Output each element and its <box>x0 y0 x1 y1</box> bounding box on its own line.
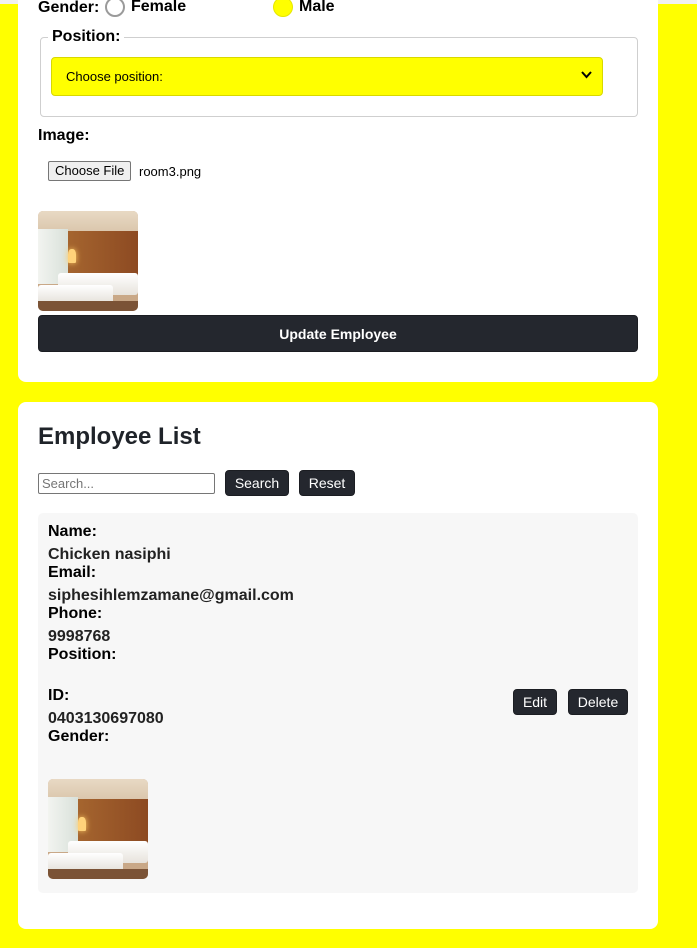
employee-photo <box>48 779 148 879</box>
gender-row: Gender: Female Male <box>38 0 598 19</box>
choose-file-button[interactable]: Choose File <box>48 161 132 181</box>
room-photo <box>48 779 148 879</box>
search-input[interactable] <box>38 473 215 494</box>
name-label: Name: <box>48 523 97 540</box>
radio-female[interactable] <box>105 0 125 17</box>
position-select[interactable]: Choose position: <box>51 57 603 96</box>
employee-name: Chicken nasiphi <box>48 546 171 563</box>
delete-button[interactable]: Delete <box>568 689 628 715</box>
position-select-value: Choose position: <box>66 69 163 84</box>
reset-button[interactable]: Reset <box>299 470 355 496</box>
file-name: room3.png <box>139 164 202 179</box>
radio-male[interactable] <box>273 0 293 17</box>
phone-label: Phone: <box>48 605 103 622</box>
search-button[interactable]: Search <box>225 470 289 496</box>
employee-phone: 9998768 <box>48 628 111 645</box>
gender-option-male[interactable]: Male <box>273 0 335 17</box>
gender-male-label: Male <box>299 0 335 15</box>
employee-list-title: Employee List <box>38 423 201 450</box>
gender-female-label: Female <box>131 0 187 15</box>
id-label: ID: <box>48 687 70 704</box>
gender-field-label: Gender: <box>48 728 110 745</box>
position-label: Position: <box>48 646 117 663</box>
image-preview <box>38 211 138 311</box>
employee-card: Name: Chicken nasiphi Email: siphesihlem… <box>38 513 638 893</box>
employee-id: 0403130697080 <box>48 710 164 727</box>
employee-list-card: Employee List Search Reset Name: Chicken… <box>18 402 658 929</box>
gender-option-female[interactable]: Female <box>105 0 186 17</box>
chevron-down-icon <box>581 70 592 82</box>
email-label: Email: <box>48 564 97 581</box>
position-legend: Position: <box>48 28 125 46</box>
edit-button[interactable]: Edit <box>513 689 557 715</box>
update-employee-button[interactable]: Update Employee <box>38 315 638 352</box>
room-photo <box>38 211 138 311</box>
employee-email: siphesihlemzamane@gmail.com <box>48 587 294 604</box>
image-label: Image: <box>38 127 90 144</box>
employee-form-card: Gender: Female Male Position: Choose pos… <box>18 0 658 382</box>
gender-label: Gender: <box>38 0 100 16</box>
